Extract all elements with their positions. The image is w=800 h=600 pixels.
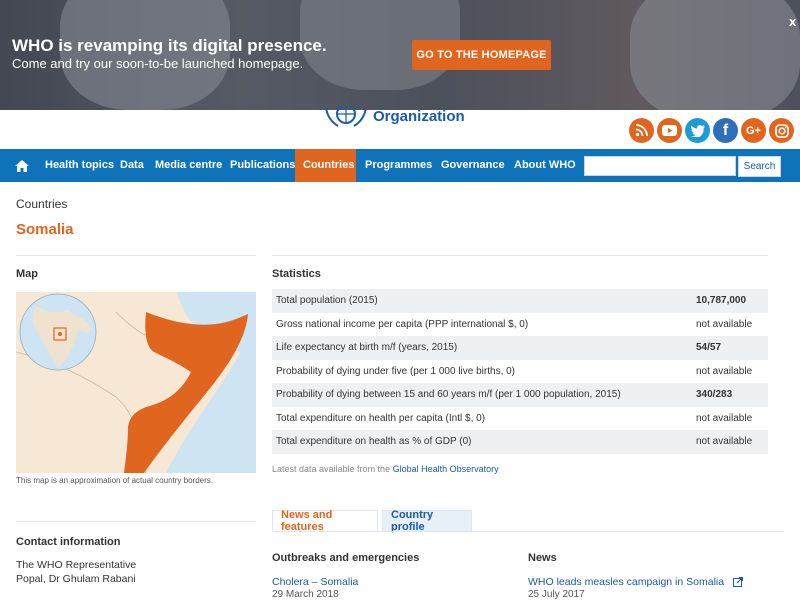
divider [272,255,768,256]
stat-value: not available [696,436,753,448]
stat-row: Life expectancy at birth m/f (years, 201… [272,336,768,360]
divider [16,255,256,256]
instagram-icon[interactable] [769,118,794,143]
announcement-banner: WHO is revamping its digital presence. C… [0,0,800,110]
banner-close-button[interactable]: x [789,14,796,29]
stat-label: Probability of dying between 15 and 60 y… [276,389,621,401]
stat-value: not available [696,365,753,377]
stat-value: 340/283 [696,389,733,401]
stat-value: 10,787,000 [696,295,747,307]
youtube-icon[interactable] [657,118,682,143]
who-emblem-icon [325,106,367,127]
outbreak-item-date: 29 March 2018 [272,589,339,600]
nav-governance[interactable]: Governance [433,149,513,182]
statistics-table: Total population (2015) 10,787,000 Gross… [272,289,768,454]
stat-label: Total population (2015) [276,295,378,307]
divider [16,521,256,522]
outbreak-item-link[interactable]: Cholera – Somalia [272,576,358,588]
stat-row: Probability of dying between 15 and 60 y… [272,383,768,407]
googleplus-icon[interactable]: G+ [741,118,766,143]
search-input[interactable] [584,156,736,176]
map-heading: Map [16,268,38,280]
outbreaks-heading: Outbreaks and emergencies [272,552,420,564]
global-health-observatory-link[interactable]: Global Health Observatory [393,464,499,474]
contact-heading: Contact information [16,536,121,548]
statistics-heading: Statistics [272,268,321,280]
rss-icon[interactable] [629,118,654,143]
nav-publications[interactable]: Publications [222,149,303,182]
news-item: WHO leads measles campaign in Somalia [528,576,744,588]
country-map [16,292,256,473]
stats-note: Latest data available from the Global He… [272,464,499,474]
stat-label: Gross national income per capita (PPP in… [276,318,529,330]
search-button[interactable]: Search [738,156,781,177]
breadcrumb[interactable]: Countries [16,197,67,211]
news-item-link[interactable]: WHO leads measles campaign in Somalia [528,576,724,588]
contact-line: Popal, Dr Ghulam Rabani [16,573,136,585]
stat-row: Total population (2015) 10,787,000 [272,289,768,313]
stat-label: Life expectancy at birth m/f (years, 201… [276,342,458,354]
news-item-date: 25 July 2017 [528,589,585,600]
banner-subtitle: Come and try our soon-to-be launched hom… [12,56,304,71]
nav-about-who[interactable]: About WHO [506,149,584,182]
stat-value: not available [696,412,753,424]
twitter-icon[interactable] [685,118,710,143]
nav-health-topics[interactable]: Health topics [37,149,122,182]
nav-countries[interactable]: Countries [295,149,356,182]
logo-text[interactable]: Organization [373,108,465,125]
banner-title: WHO is revamping its digital presence. [12,36,327,55]
stat-row: Total expenditure on health as % of GDP … [272,430,768,454]
stat-row: Total expenditure on health per capita (… [272,407,768,431]
go-to-homepage-button[interactable]: GO TO THE HOMEPAGE [412,40,551,70]
stat-value: 54/57 [696,342,722,354]
stat-label: Total expenditure on health as % of GDP … [276,436,472,448]
facebook-icon[interactable]: f [713,118,738,143]
nav-programmes[interactable]: Programmes [357,149,440,182]
external-link-icon[interactable] [733,577,744,588]
stat-row: Gross national income per capita (PPP in… [272,313,768,337]
home-icon[interactable] [14,158,30,174]
news-heading: News [528,552,557,564]
page-title: Somalia [16,221,74,238]
tabs-baseline [272,531,784,532]
stats-note-text: Latest data available from the [272,464,393,474]
stat-value: not available [696,318,753,330]
nav-media-centre[interactable]: Media centre [147,149,230,182]
stat-label: Total expenditure on health per capita (… [276,412,486,424]
nav-data[interactable]: Data [112,149,152,182]
tab-country-profile[interactable]: Country profile [382,509,472,533]
stat-row: Probability of dying under five (per 1 0… [272,360,768,384]
stat-label: Probability of dying under five (per 1 0… [276,365,516,377]
map-caption: This map is an approximation of actual c… [16,476,213,485]
tab-news-and-features[interactable]: News and features [272,509,378,533]
contact-line: The WHO Representative [16,559,137,571]
